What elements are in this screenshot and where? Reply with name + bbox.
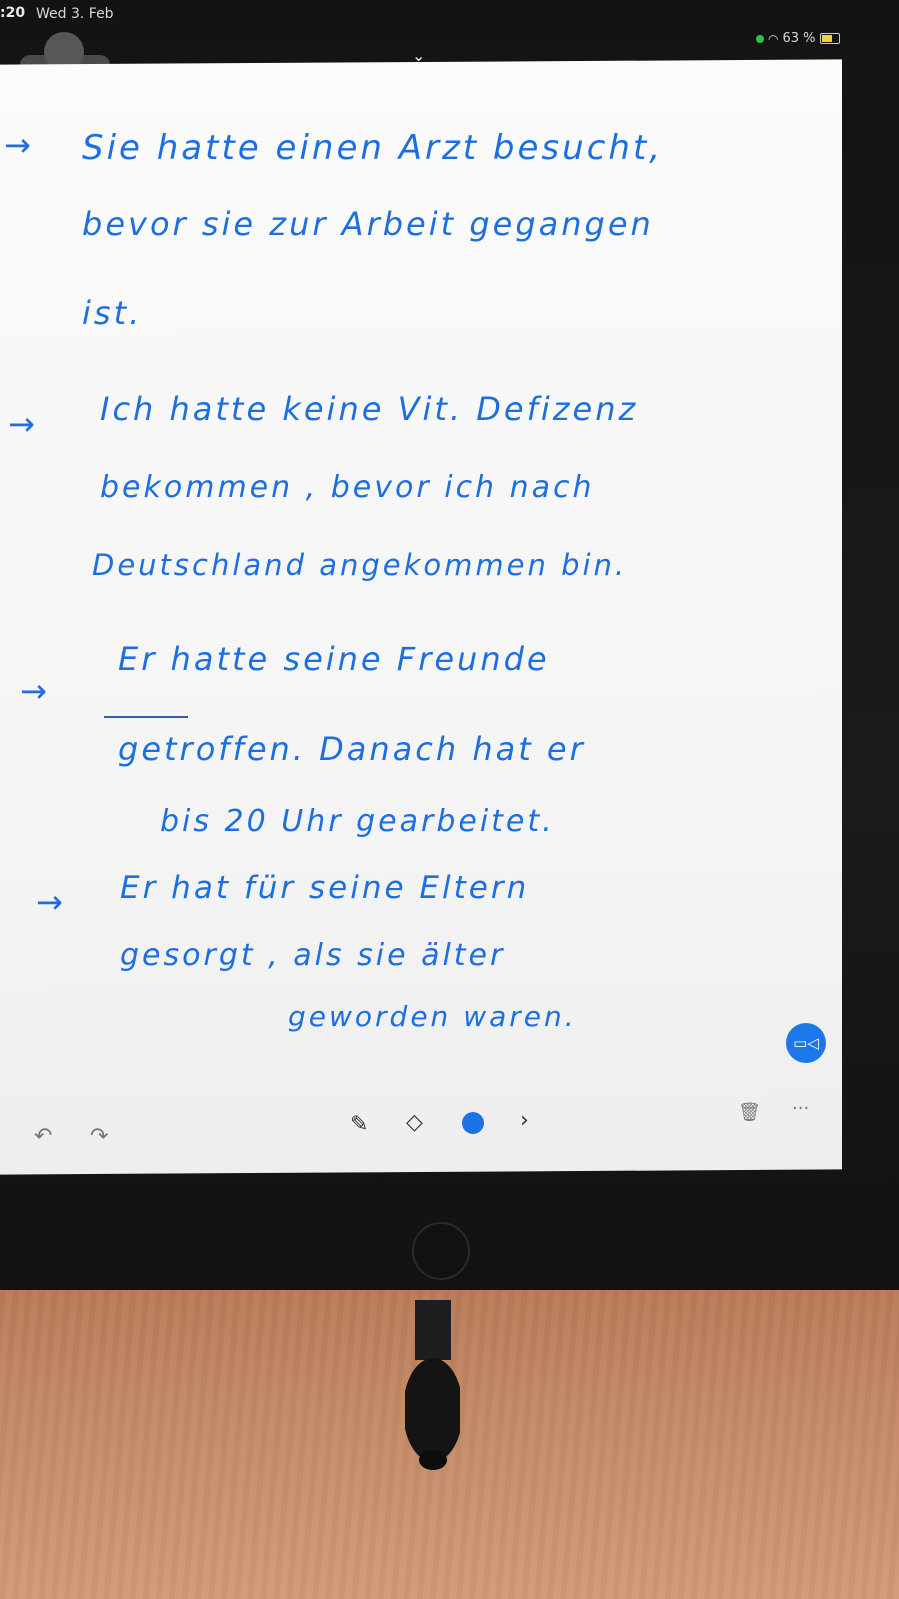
video-icon: ▭◁ xyxy=(793,1034,819,1052)
undo-icon[interactable]: ↶ xyxy=(34,1124,52,1149)
note-line: bekommen , bevor ich nach xyxy=(100,470,595,505)
arrow-icon: → xyxy=(8,405,35,443)
status-date: Wed 3. Feb xyxy=(36,6,114,22)
camera-active-icon xyxy=(756,34,764,43)
redo-icon[interactable]: ↷ xyxy=(90,1124,108,1149)
eraser-icon[interactable]: ◇ xyxy=(406,1110,423,1135)
note-line: ist. xyxy=(82,294,143,332)
status-indicators: ◠ 63 % xyxy=(756,31,840,46)
note-line: Ich hatte keine Vit. Defizenz xyxy=(100,390,639,428)
home-button[interactable] xyxy=(412,1222,470,1280)
note-line: getroffen. Danach hat er xyxy=(118,730,586,768)
chevron-right-icon[interactable]: › xyxy=(520,1108,529,1133)
note-line: Sie hatte einen Arzt besucht, xyxy=(82,128,664,168)
note-line: Deutschland angekommen bin. xyxy=(92,548,628,582)
note-line: bevor sie zur Arbeit gegangen xyxy=(82,205,654,243)
note-line: geworden waren. xyxy=(288,1000,577,1033)
pencil-icon[interactable]: ✎ xyxy=(350,1112,368,1137)
wifi-icon: ◠ xyxy=(768,31,779,46)
color-dot-icon[interactable] xyxy=(462,1112,484,1134)
battery-percent: 63 % xyxy=(782,31,816,46)
note-line: Er hatte seine Freunde xyxy=(118,640,550,678)
more-icon[interactable]: ··· xyxy=(792,1098,809,1119)
note-line: Er hat für seine Eltern xyxy=(120,870,530,906)
arrow-icon: → xyxy=(4,126,31,164)
trash-icon[interactable]: 🗑 xyxy=(738,1102,761,1123)
note-line: bis 20 Uhr gearbeitet. xyxy=(160,804,555,839)
battery-icon xyxy=(819,33,840,44)
note-line: gesorgt , als sie älter xyxy=(120,938,506,973)
underline-stroke xyxy=(104,716,188,718)
stylus xyxy=(405,1300,460,1470)
arrow-icon: → xyxy=(36,883,63,921)
arrow-icon: → xyxy=(20,672,47,710)
video-button[interactable]: ▭◁ xyxy=(786,1023,826,1063)
status-time: :20 xyxy=(0,5,26,21)
